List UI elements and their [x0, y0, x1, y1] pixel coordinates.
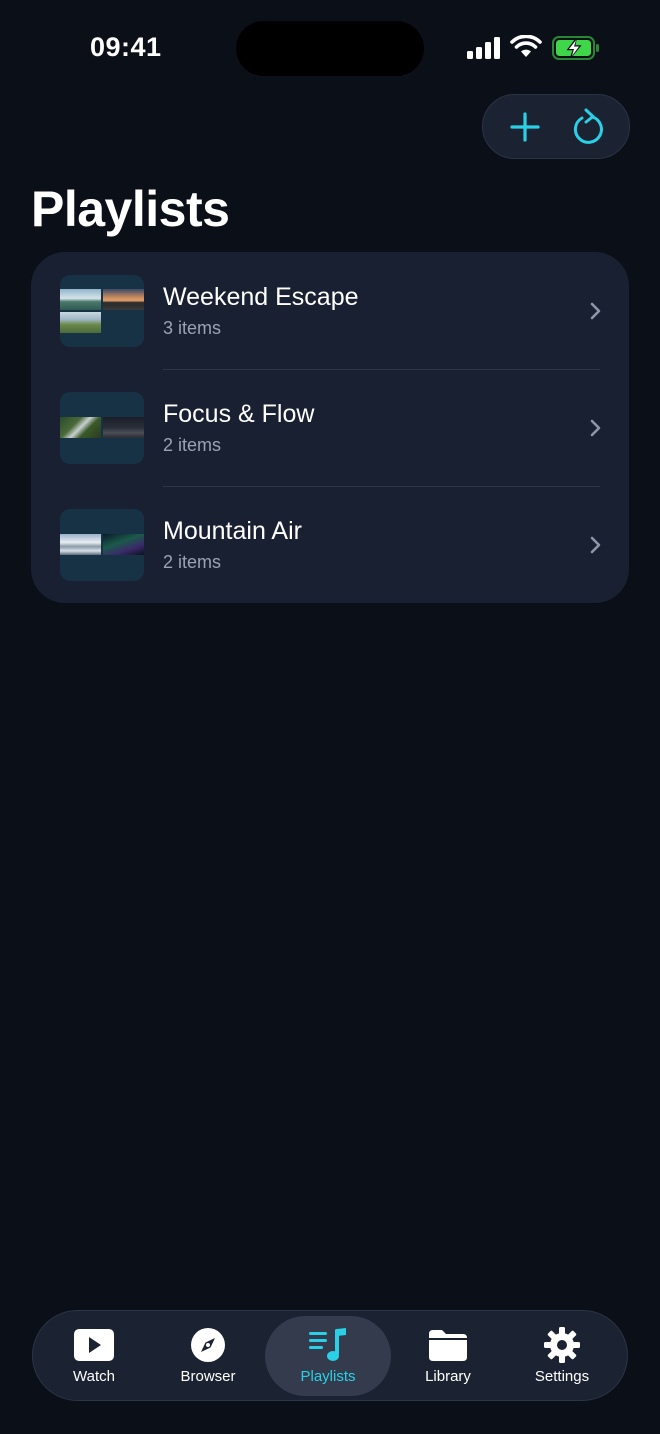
tab-label: Settings	[534, 1368, 590, 1385]
playlist-title: Focus & Flow	[163, 400, 315, 428]
playlist-item-count: 3 items	[163, 318, 222, 338]
playlist-row-mountain-air[interactable]: Mountain Air 2 items	[31, 486, 629, 603]
tab-label: Playlists	[300, 1368, 356, 1385]
gear-icon	[544, 1327, 580, 1363]
tab-label: Watch	[73, 1368, 115, 1385]
top-actions-group	[482, 94, 630, 159]
add-playlist-button[interactable]	[501, 103, 549, 151]
playlist-title: Weekend Escape	[163, 283, 359, 311]
tab-bar: Watch Browser Playlists Library Settings	[32, 1310, 628, 1401]
page-title: Playlists	[31, 181, 230, 237]
tab-label: Browser	[180, 1368, 236, 1385]
playlist-row-weekend-escape[interactable]: Weekend Escape 3 items	[31, 252, 629, 369]
playlist-thumbnail	[60, 391, 144, 464]
playlist-row-focus-flow[interactable]: Focus & Flow 2 items	[31, 369, 629, 486]
playlist-item-count: 2 items	[163, 552, 222, 572]
chevron-right-icon	[590, 302, 601, 319]
playlist-thumbnail	[60, 274, 144, 347]
wifi-icon	[510, 35, 542, 57]
tab-playlists[interactable]: Playlists	[265, 1315, 391, 1396]
play-icon	[74, 1329, 114, 1361]
tab-browser[interactable]: Browser	[151, 1316, 265, 1396]
refresh-icon	[573, 108, 603, 144]
chevron-right-icon	[590, 419, 601, 436]
cellular-signal-icon	[467, 37, 500, 59]
playlist-list: Weekend Escape 3 items Focus & Flow 2 it…	[31, 252, 629, 603]
tab-label: Library	[425, 1368, 471, 1385]
playlist-thumbnail	[60, 508, 144, 581]
status-time: 09:41	[90, 32, 162, 62]
folder-icon	[429, 1330, 467, 1361]
tab-watch[interactable]: Watch	[37, 1316, 151, 1396]
status-bar: 09:41	[0, 0, 660, 96]
music-list-icon	[309, 1328, 346, 1361]
tab-library[interactable]: Library	[391, 1316, 505, 1396]
chevron-right-icon	[590, 536, 601, 553]
playlist-item-count: 2 items	[163, 435, 222, 455]
tab-settings[interactable]: Settings	[505, 1316, 619, 1396]
battery-charging-icon	[552, 36, 599, 60]
playlist-title: Mountain Air	[163, 517, 302, 545]
plus-icon	[509, 111, 540, 142]
refresh-button[interactable]	[564, 103, 612, 151]
compass-icon	[191, 1328, 225, 1362]
dynamic-island	[236, 21, 424, 76]
